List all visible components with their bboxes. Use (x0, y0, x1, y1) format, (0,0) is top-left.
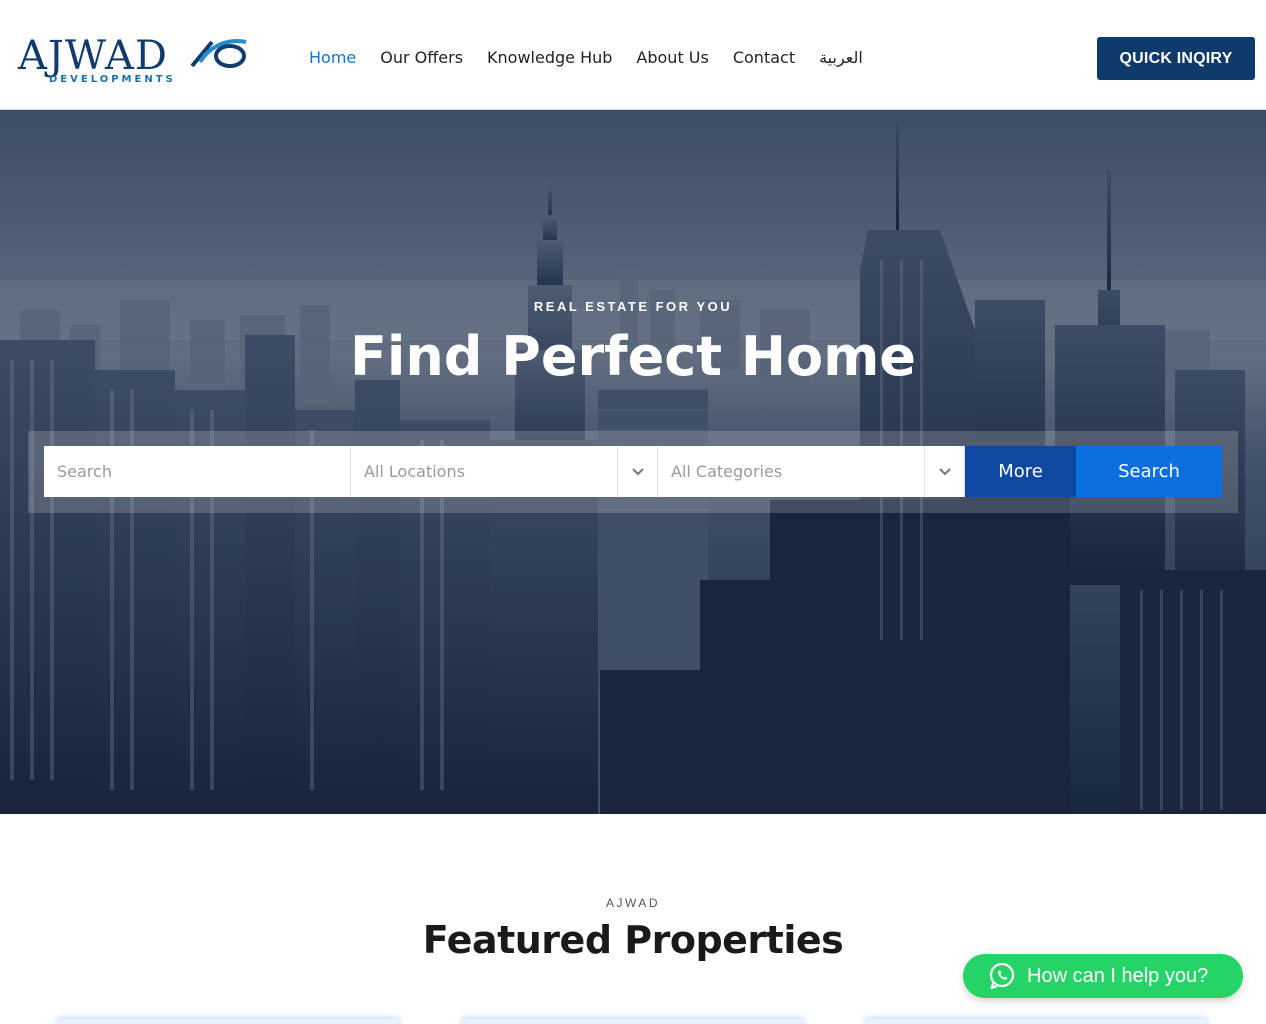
hero-kicker: REAL ESTATE FOR YOU (533, 299, 733, 314)
category-select[interactable]: All Categories (658, 446, 965, 497)
nav-about-us[interactable]: About Us (636, 46, 708, 70)
featured-kicker: AJWAD (605, 896, 661, 910)
nav-our-offers[interactable]: Our Offers (380, 46, 463, 70)
whatsapp-chat-button[interactable]: How can I help you? (963, 954, 1243, 998)
site-header: AJWAD DEVELOPMENTS Home Our Offers Knowl… (0, 0, 1266, 110)
hero-section: REAL ESTATE FOR YOU Find Perfect Home Se… (0, 110, 1266, 814)
nav-knowledge-hub[interactable]: Knowledge Hub (487, 46, 612, 70)
quick-inquiry-button[interactable]: QUICK INQIRY (1097, 37, 1255, 80)
category-select-value: All Categories (671, 462, 783, 481)
property-card[interactable] (864, 1019, 1209, 1024)
property-card[interactable] (460, 1019, 805, 1024)
location-select-value: All Locations (364, 462, 465, 481)
chevron-down-icon[interactable] (617, 446, 657, 497)
property-card[interactable] (56, 1019, 401, 1024)
location-select[interactable]: All Locations (351, 446, 658, 497)
logo-swoosh-icon (190, 39, 247, 68)
property-search-bar: Search All Locations All Categories More… (28, 431, 1238, 513)
logo-wordmark: AJWAD (18, 33, 168, 79)
whatsapp-label: How can I help you? (1027, 964, 1209, 987)
more-filters-button[interactable]: More (965, 446, 1076, 497)
whatsapp-icon (989, 962, 1015, 990)
logo-subtitle: DEVELOPMENTS (49, 74, 176, 85)
nav-arabic[interactable]: العربية (819, 46, 863, 70)
search-button[interactable]: Search (1076, 446, 1222, 497)
ajwad-logo[interactable]: AJWAD DEVELOPMENTS (18, 34, 258, 90)
hero-title: Find Perfect Home (349, 325, 917, 388)
keyword-search-input[interactable]: Search (44, 446, 351, 497)
main-nav: Home Our Offers Knowledge Hub About Us C… (309, 46, 863, 70)
nav-contact[interactable]: Contact (733, 46, 795, 70)
chevron-down-icon[interactable] (924, 446, 964, 497)
nav-home[interactable]: Home (309, 46, 356, 70)
